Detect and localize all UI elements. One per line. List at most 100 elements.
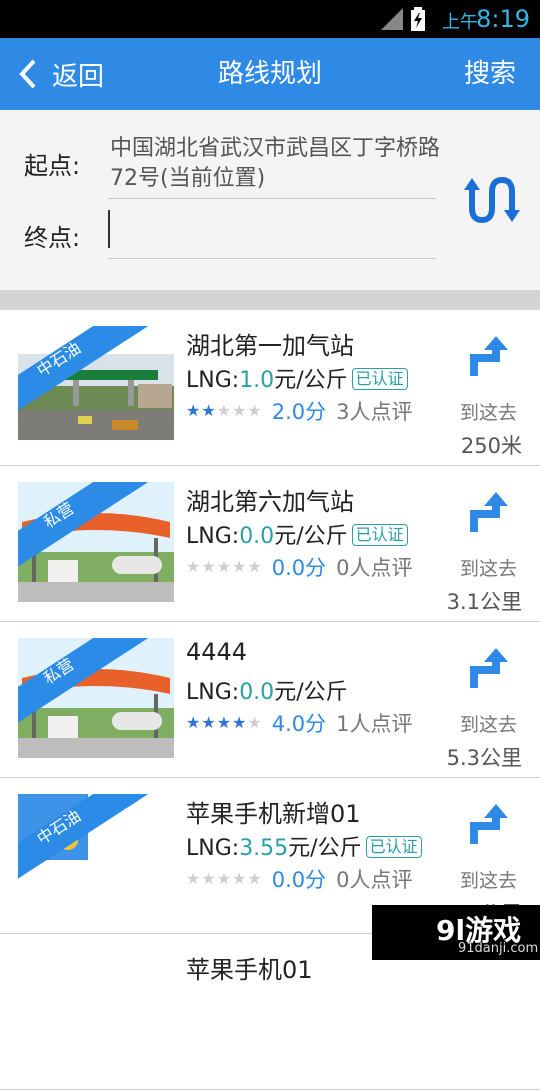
distance-label: 3.1公里 xyxy=(446,590,522,614)
distance-label: 250米 xyxy=(460,434,522,458)
review-count: 0人点评 xyxy=(336,868,413,892)
price-value: 0.0 xyxy=(239,680,275,705)
navigate-icon[interactable] xyxy=(468,802,512,846)
title-bar: 返回 路线规划 搜索 xyxy=(0,38,540,110)
price-value: 3.55 xyxy=(239,836,289,861)
watermark-url: 91danji.com xyxy=(458,941,539,956)
star-icon: ★ xyxy=(201,557,216,576)
star-icon: ★ xyxy=(232,401,247,420)
price-value: 0.0 xyxy=(239,524,275,549)
end-label: 终点: xyxy=(24,224,81,252)
star-icon: ★ xyxy=(216,869,232,888)
station-name: 苹果手机新增01 xyxy=(186,800,361,828)
station-tag: 中石油 xyxy=(18,326,174,446)
price-prefix: LNG: xyxy=(186,368,240,393)
star-icon: ★ xyxy=(216,401,232,420)
price-unit: 元/公斤 xyxy=(274,368,348,393)
navigate-icon[interactable] xyxy=(468,490,512,534)
swap-route-button[interactable] xyxy=(462,170,522,230)
star-rating: ★ ★ ★ ★ ★ xyxy=(186,403,262,419)
status-ampm: 上午 xyxy=(442,12,478,33)
price-unit: 元/公斤 xyxy=(274,524,348,549)
watermark-logo: 9l游戏 91danji.com xyxy=(372,905,540,960)
rating-score: 0.0分 xyxy=(271,868,327,892)
station-row[interactable]: 私营 4444 LNG:0.0元/公斤 ★ ★ ★ ★ ★ 4.0分 1人点评 到这去 … xyxy=(0,622,540,778)
section-divider xyxy=(0,290,540,310)
status-icons xyxy=(381,7,425,31)
rating-score: 2.0分 xyxy=(271,400,327,424)
star-rating: ★ ★ ★ ★ ★ xyxy=(186,715,262,731)
navigate-icon[interactable] xyxy=(468,646,512,690)
station-price: LNG:3.55元/公斤 已认证 xyxy=(186,830,422,862)
end-underline xyxy=(108,258,436,259)
search-button[interactable]: 搜索 xyxy=(464,38,516,110)
station-rating: ★ ★ ★ ★ ★ 0.0分 0人点评 xyxy=(186,552,413,582)
swap-route-icon xyxy=(464,176,520,224)
star-icon: ★ xyxy=(216,713,232,732)
station-tag: 私营 xyxy=(18,638,174,758)
station-rating: ★ ★ ★ ★ ★ 0.0分 0人点评 xyxy=(186,864,413,894)
go-here-label[interactable]: 到这去 xyxy=(460,866,517,893)
go-here-label[interactable]: 到这去 xyxy=(460,554,517,581)
price-prefix: LNG: xyxy=(186,524,240,549)
station-price: LNG:0.0元/公斤 xyxy=(186,674,348,706)
rating-score: 0.0分 xyxy=(271,556,327,580)
price-prefix: LNG: xyxy=(186,680,240,705)
start-label: 起点: xyxy=(24,152,81,180)
star-icon: ★ xyxy=(247,869,262,888)
star-icon: ★ xyxy=(186,713,201,732)
certified-badge: 已认证 xyxy=(351,524,408,546)
price-value: 1.0 xyxy=(239,368,275,393)
star-icon: ★ xyxy=(232,713,247,732)
station-name: 苹果手机01 xyxy=(186,956,313,984)
station-price: LNG:0.0元/公斤 已认证 xyxy=(186,518,408,550)
station-name: 湖北第一加气站 xyxy=(186,332,354,360)
distance-label: 5.3公里 xyxy=(446,746,522,770)
star-rating: ★ ★ ★ ★ ★ xyxy=(186,559,262,575)
navigate-icon[interactable] xyxy=(468,334,512,378)
certified-badge: 已认证 xyxy=(365,836,422,858)
review-count: 3人点评 xyxy=(336,400,413,424)
star-icon: ★ xyxy=(201,713,216,732)
star-icon: ★ xyxy=(186,401,201,420)
star-icon: ★ xyxy=(232,557,247,576)
status-bar: 上午 8:19 xyxy=(0,0,540,38)
go-here-label[interactable]: 到这去 xyxy=(460,710,517,737)
star-icon: ★ xyxy=(247,557,262,576)
start-location-field[interactable]: 中国湖北省武汉市武昌区丁字桥路72号(当前位置) xyxy=(110,134,450,194)
star-icon: ★ xyxy=(232,869,247,888)
station-name: 湖北第六加气站 xyxy=(186,488,354,516)
price-prefix: LNG: xyxy=(186,836,240,861)
review-count: 1人点评 xyxy=(336,712,413,736)
station-tag: 私营 xyxy=(18,482,174,602)
station-price: LNG:1.0元/公斤 已认证 xyxy=(186,362,408,394)
star-icon: ★ xyxy=(216,557,232,576)
station-list: 中石油 湖北第一加气站 LNG:1.0元/公斤 已认证 ★ ★ ★ ★ ★ 2.0分 3人… xyxy=(0,310,540,1090)
start-underline xyxy=(108,198,436,199)
station-tag: 中石油 xyxy=(18,794,174,914)
route-panel: 起点: 中国湖北省武汉市武昌区丁字桥路72号(当前位置) 终点: xyxy=(0,110,540,290)
signal-icon xyxy=(381,8,403,30)
station-row[interactable]: 中石油 湖北第一加气站 LNG:1.0元/公斤 已认证 ★ ★ ★ ★ ★ 2.0分 3人… xyxy=(0,310,540,466)
star-rating: ★ ★ ★ ★ ★ xyxy=(186,871,262,887)
battery-charging-icon xyxy=(411,7,425,31)
star-icon: ★ xyxy=(186,557,201,576)
station-rating: ★ ★ ★ ★ ★ 2.0分 3人点评 xyxy=(186,396,413,426)
station-rating: ★ ★ ★ ★ ★ 4.0分 1人点评 xyxy=(186,708,413,738)
star-icon: ★ xyxy=(186,869,201,888)
price-unit: 元/公斤 xyxy=(288,836,362,861)
price-unit: 元/公斤 xyxy=(274,680,348,705)
star-icon: ★ xyxy=(247,713,262,732)
station-name: 4444 xyxy=(186,638,248,666)
go-here-label[interactable]: 到这去 xyxy=(460,398,517,425)
station-row[interactable]: 私营 湖北第六加气站 LNG:0.0元/公斤 已认证 ★ ★ ★ ★ ★ 0.0分 0人点… xyxy=(0,466,540,622)
star-icon: ★ xyxy=(201,401,216,420)
rating-score: 4.0分 xyxy=(271,712,327,736)
certified-badge: 已认证 xyxy=(351,368,408,390)
status-time: 8:19 xyxy=(476,5,530,33)
star-icon: ★ xyxy=(247,401,262,420)
page-title: 路线规划 xyxy=(217,59,322,89)
star-icon: ★ xyxy=(201,869,216,888)
review-count: 0人点评 xyxy=(336,556,413,580)
end-location-input[interactable] xyxy=(108,210,446,248)
